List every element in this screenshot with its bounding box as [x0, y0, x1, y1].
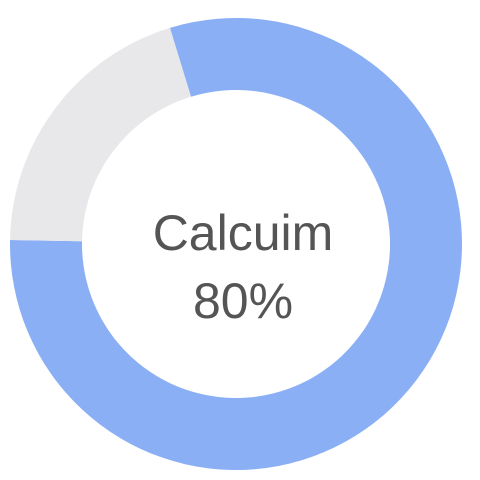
- donut-chart: Calcuim 80%: [9, 17, 462, 471]
- center-value: 80%: [193, 273, 293, 329]
- center-label: Calcuim: [153, 205, 334, 261]
